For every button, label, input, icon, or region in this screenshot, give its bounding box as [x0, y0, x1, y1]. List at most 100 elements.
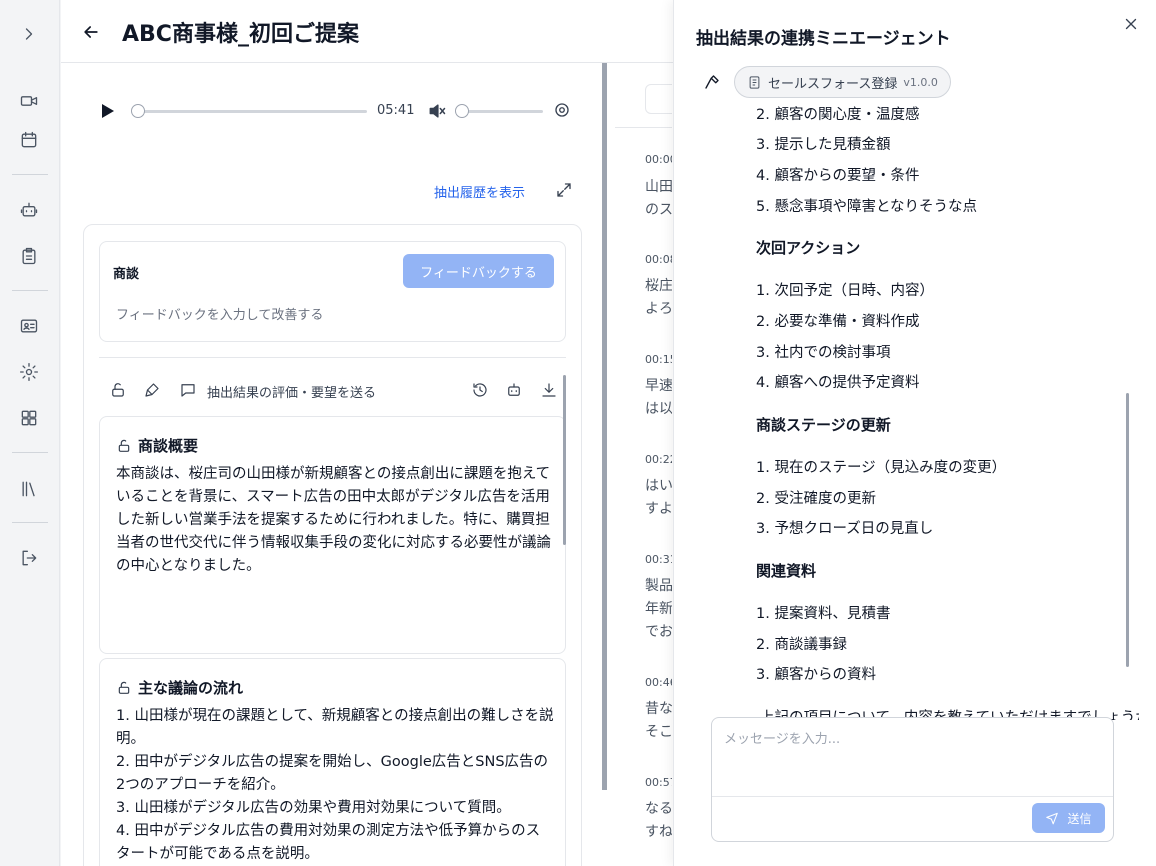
list-item: 4. 田中がデジタル広告の費用対効果の測定方法や低予算からのスタートが可能である…	[116, 823, 541, 862]
agent-messages[interactable]: セールスフォース登録 v1.0.0 2. 顧客の関心度・温度感 3. 提示した見…	[674, 60, 1139, 720]
mute-icon[interactable]	[427, 101, 447, 121]
agent-panel: 抽出結果の連携ミニエージェント セールスフォース登録 v1.0.0 2. 顧客の…	[673, 0, 1156, 866]
transcript-line: でお	[645, 624, 672, 640]
list-item: 2. 田中がデジタル広告の提案を開始し、Google広告とSNS広告の2つのアプ…	[116, 754, 549, 793]
back-arrow-icon[interactable]	[81, 22, 101, 42]
list-item: 4. 顧客からの要望・条件	[756, 168, 920, 184]
feedback-send-link[interactable]: 抽出結果の評価・要望を送る	[207, 382, 376, 401]
list-item: 2. 商談議事録	[756, 637, 847, 653]
grid-icon[interactable]	[17, 406, 41, 430]
document-icon	[749, 75, 760, 89]
message-input[interactable]: メッセージを入力...	[724, 728, 840, 747]
feedback-input[interactable]: フィードバックを入力して改善する	[116, 304, 323, 323]
transcript-text: はい すよ	[645, 475, 672, 521]
settings-icon[interactable]	[17, 360, 41, 384]
section-card: 商談概要 本商談は、桜庄司の山田様が新規顧客との接点創出に課題を抱えていることを…	[99, 416, 566, 654]
message-heading: 次回アクション	[756, 239, 861, 257]
transcript-time: 00:15	[645, 353, 672, 366]
section-card: 主な議論の流れ 1. 山田様が現在の課題として、新規顧客との接点創出の難しさを説…	[99, 658, 566, 866]
sidebar-divider	[12, 174, 48, 175]
comment-icon[interactable]	[179, 381, 197, 399]
play-icon[interactable]	[97, 101, 117, 121]
robot-icon[interactable]	[17, 198, 41, 222]
feedback-label: 商談	[113, 267, 140, 282]
history-icon[interactable]	[471, 381, 489, 399]
hammer-icon	[703, 73, 721, 91]
duration-text: 05:41	[377, 103, 415, 118]
transcript-toolbar-button[interactable]	[645, 84, 672, 114]
list-item: 3. 顧客からの資料	[756, 667, 876, 683]
divider	[99, 357, 566, 358]
feedback-button[interactable]: フィードバックする	[403, 254, 554, 288]
transcript-column: 00:00 山田のス 00:08 桜庄よろ 00:15 早速は以 00:22 は…	[607, 64, 672, 866]
extraction-toolbar: 抽出結果の評価・要望を送る	[99, 372, 566, 408]
page-title: ABC商事様_初回ご提案	[122, 22, 359, 47]
transcript-line: 桜庄	[645, 278, 672, 294]
transcript-line: すね	[645, 824, 672, 840]
agent-title: 抽出結果の連携ミニエージェント	[696, 29, 951, 49]
transcript-time: 00:00	[645, 153, 672, 166]
transcript-line: なる	[645, 801, 672, 817]
expand-sidebar-icon[interactable]	[17, 22, 41, 46]
transcript-line: すよ	[645, 501, 672, 517]
transcript-line: 山田	[645, 179, 672, 195]
transcript-line: はい	[645, 478, 672, 494]
message-heading: 関連資料	[756, 562, 817, 580]
list-item: 2. 受注確度の更新	[756, 491, 876, 507]
section-title-text: 主な議論の流れ	[138, 679, 244, 697]
volume-slider[interactable]	[455, 104, 543, 118]
volume-handle[interactable]	[455, 104, 469, 118]
transcript-line: よろ	[645, 301, 672, 317]
logout-icon[interactable]	[17, 546, 41, 570]
list-item: 2. 顧客の関心度・温度感	[756, 107, 920, 123]
video-icon[interactable]	[17, 89, 41, 113]
expand-icon[interactable]	[555, 181, 573, 199]
section-body: 本商談は、桜庄司の山田様が新規顧客との接点創出に課題を抱えていることを背景に、ス…	[116, 466, 551, 574]
feedback-card: 商談 フィードバックする フィードバックを入力して改善する	[99, 241, 566, 342]
transcript-line: 製品	[645, 578, 672, 594]
send-label: 送信	[1067, 811, 1092, 826]
id-card-icon[interactable]	[17, 314, 41, 338]
unlock-icon[interactable]	[109, 381, 127, 399]
transcript-text: 製品 年新 でお	[645, 575, 672, 644]
list-item: 3. 山田様がデジタル広告の効果や費用対効果について質問。	[116, 800, 511, 816]
scrollbar[interactable]	[563, 375, 566, 545]
scrollbar[interactable]	[1126, 393, 1129, 667]
robot-icon[interactable]	[505, 381, 523, 399]
transcript-text: 桜庄 よろ	[645, 275, 672, 321]
seek-handle[interactable]	[131, 104, 145, 118]
transcript-time: 00:22	[645, 453, 672, 466]
send-button[interactable]: 送信	[1032, 803, 1105, 833]
download-icon[interactable]	[540, 381, 558, 399]
audio-player: 05:41	[97, 96, 577, 126]
message-heading: 商談ステージの更新	[756, 416, 891, 434]
calendar-icon[interactable]	[17, 128, 41, 152]
transcript-time: 00:46	[645, 676, 672, 689]
gear-icon[interactable]	[553, 101, 571, 119]
library-icon[interactable]	[17, 477, 41, 501]
list-item: 5. 懸念事項や障害となりそうな点	[756, 199, 978, 215]
transcript-line: 早速	[645, 378, 672, 394]
send-icon	[1046, 812, 1059, 825]
close-icon[interactable]	[1122, 15, 1140, 33]
transcript-text: 早速 は以	[645, 375, 672, 421]
tool-name: セールスフォース登録	[768, 76, 898, 92]
brush-icon[interactable]	[143, 381, 161, 399]
transcript-line: そこ	[645, 724, 672, 740]
list-item: 3. 提示した見積金額	[756, 137, 891, 153]
chat-composer: メッセージを入力... 送信	[711, 717, 1114, 842]
section-body: 1. 山田様が現在の課題として、新規顧客との接点創出の難しさを説明。 2. 田中…	[116, 705, 554, 866]
extraction-history-link[interactable]: 抽出履歴を表示	[434, 182, 525, 201]
sidebar	[0, 0, 60, 866]
section-title: 商談概要	[116, 435, 198, 456]
transcript-time: 00:57	[645, 776, 672, 789]
transcript-line: 昔な	[645, 701, 672, 717]
transcript-line: は以	[645, 401, 672, 417]
tool-chip[interactable]: セールスフォース登録 v1.0.0	[734, 66, 951, 98]
list-item: 1. 山田様が現在の課題として、新規顧客との接点創出の難しさを説明。	[116, 708, 554, 747]
seek-bar[interactable]	[131, 104, 367, 118]
transcript-time: 00:31	[645, 553, 672, 566]
transcript-text: 山田 のス	[645, 176, 672, 222]
transcript-line: のス	[645, 202, 672, 218]
clipboard-icon[interactable]	[17, 244, 41, 268]
